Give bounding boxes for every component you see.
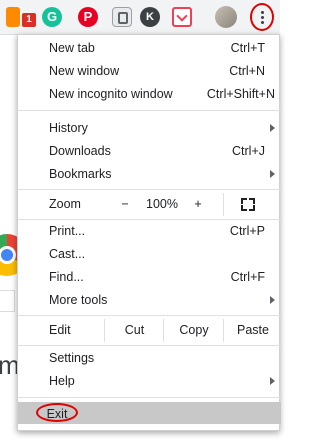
fullscreen-icon[interactable] — [241, 198, 255, 211]
zoom-label: Zoom — [49, 197, 81, 211]
chrome-main-menu: New tab Ctrl+T New window Ctrl+N New inc… — [17, 34, 281, 431]
menu-item-history[interactable]: History — [18, 117, 281, 140]
menu-item-label: Bookmarks — [49, 167, 112, 181]
menu-item-shortcut: Ctrl+Shift+N — [206, 87, 275, 101]
menu-item-find[interactable]: Find... Ctrl+F — [18, 266, 281, 289]
zoom-in-button[interactable]: + — [188, 193, 208, 216]
menu-item-label: Exit — [36, 403, 78, 422]
page-fragment — [0, 290, 15, 312]
menu-item-shortcut: Ctrl+F — [230, 270, 265, 284]
submenu-arrow-icon — [270, 124, 275, 132]
browser-toolbar: 1 G P K — [0, 0, 280, 35]
menu-item-label: New incognito window — [49, 87, 173, 101]
menu-item-exit[interactable]: Exit — [18, 402, 281, 424]
menu-item-print[interactable]: Print... Ctrl+P — [18, 220, 281, 243]
extension-badge: 1 — [22, 13, 36, 27]
edit-label: Edit — [49, 323, 71, 337]
menu-item-label: Help — [49, 374, 75, 388]
menu-item-shortcut: Ctrl+J — [232, 144, 265, 158]
menu-item-bookmarks[interactable]: Bookmarks — [18, 163, 281, 186]
menu-item-new-window[interactable]: New window Ctrl+N — [18, 60, 281, 83]
pocket-extension-icon[interactable] — [172, 7, 192, 27]
submenu-arrow-icon — [270, 170, 275, 178]
menu-item-help[interactable]: Help — [18, 370, 281, 393]
menu-item-shortcut: Ctrl+P — [229, 224, 265, 238]
menu-separator — [18, 315, 281, 316]
menu-separator — [18, 110, 281, 111]
menu-item-label: Print... — [49, 224, 86, 238]
chrome-menu-button[interactable] — [250, 3, 274, 31]
zoom-level: 100% — [146, 197, 178, 211]
menu-item-downloads[interactable]: Downloads Ctrl+J — [18, 140, 281, 163]
menu-item-new-incognito-window[interactable]: New incognito window Ctrl+Shift+N — [18, 83, 281, 106]
gray-extension-icon[interactable] — [112, 7, 132, 27]
menu-item-label: History — [49, 121, 88, 135]
menu-separator — [18, 345, 281, 346]
pinterest-extension-icon[interactable]: P — [78, 7, 98, 27]
menu-item-label: More tools — [49, 293, 108, 307]
menu-item-cast[interactable]: Cast... — [18, 243, 281, 266]
menu-item-shortcut: Ctrl+T — [230, 41, 265, 55]
menu-item-more-tools[interactable]: More tools — [18, 289, 281, 312]
menu-item-label: New window — [49, 64, 120, 78]
copy-button[interactable]: Copy — [163, 319, 224, 342]
edit-control: Edit Cut Copy Paste — [18, 319, 281, 342]
zoom-out-button[interactable]: − — [114, 193, 136, 216]
orange-extension-icon[interactable]: 1 — [6, 7, 36, 27]
k-extension-icon[interactable]: K — [140, 7, 160, 27]
submenu-arrow-icon — [270, 296, 275, 304]
submenu-arrow-icon — [270, 377, 275, 385]
zoom-control: Zoom − 100% + — [18, 193, 281, 216]
menu-item-label: Find... — [49, 270, 84, 284]
zoom-divider — [223, 193, 224, 216]
menu-item-shortcut: Ctrl+N — [229, 64, 265, 78]
menu-item-new-tab[interactable]: New tab Ctrl+T — [18, 37, 281, 60]
menu-separator — [18, 397, 281, 398]
menu-item-label: Settings — [49, 351, 95, 365]
menu-item-label: Cast... — [49, 247, 86, 261]
menu-item-label: New tab — [49, 41, 95, 55]
grammarly-extension-icon[interactable]: G — [42, 7, 62, 27]
paste-button[interactable]: Paste — [223, 319, 282, 342]
menu-item-settings[interactable]: Settings — [18, 347, 281, 370]
cut-button[interactable]: Cut — [104, 319, 164, 342]
menu-separator — [18, 189, 281, 190]
menu-item-label: Downloads — [49, 144, 111, 158]
profile-avatar[interactable] — [215, 6, 237, 28]
